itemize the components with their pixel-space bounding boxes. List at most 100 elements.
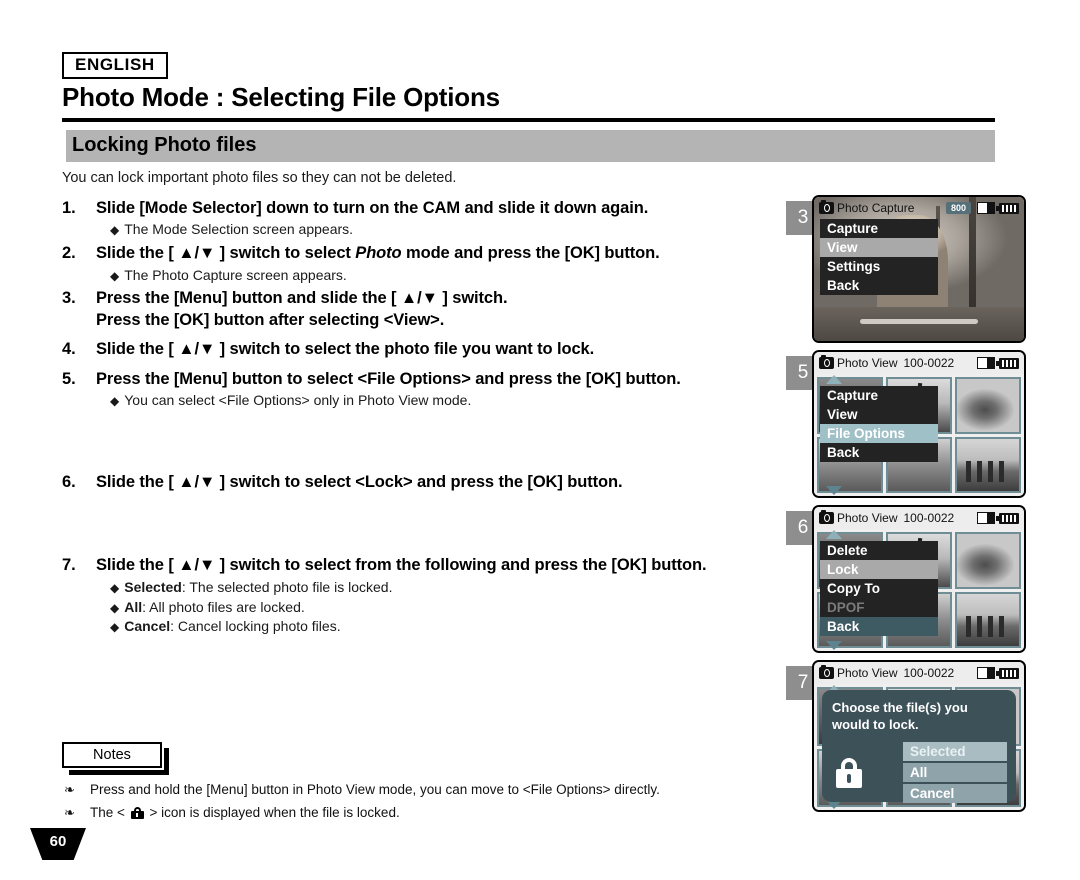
scroll-down-arrow-icon[interactable]	[826, 486, 842, 495]
menu-item-delete[interactable]: Delete	[820, 541, 938, 560]
step-subnote: ◆ Selected: The selected photo file is lo…	[96, 578, 772, 597]
steps-list: 1. Slide [Mode Selector] down to turn on…	[62, 198, 772, 640]
menu-item-lock[interactable]: Lock	[820, 560, 938, 579]
step-item: 6. Slide the [ ▲/▼ ] switch to select <L…	[62, 472, 772, 493]
step-body: Slide the [ ▲/▼ ] switch to select Photo…	[96, 243, 772, 284]
lcd-mode-title: Photo View	[837, 666, 898, 680]
diamond-bullet-icon: ◆	[110, 394, 120, 409]
menu-item-back[interactable]: Back	[820, 276, 938, 295]
menu-item-back[interactable]: Back	[820, 617, 938, 636]
thumbnail[interactable]	[955, 532, 1021, 589]
step-body: Press the [Menu] button to select <File …	[96, 369, 772, 410]
lcd-body: Capture View File Options Back	[814, 374, 1024, 496]
battery-bars	[1002, 669, 1017, 677]
lcd-inner: Photo View 100-0022	[814, 352, 1024, 496]
step-subnote-text: The Photo Capture screen appears.	[124, 266, 347, 283]
step-number: 3.	[62, 289, 76, 308]
battery-icon	[996, 512, 1019, 524]
section-header-bar: Locking Photo files	[62, 130, 995, 162]
lcd-file-number: 100-0022	[903, 511, 955, 525]
menu-item-settings[interactable]: Settings	[820, 257, 938, 276]
dialog-message: Choose the file(s) you would to lock.	[832, 700, 968, 732]
lock-icon	[130, 807, 144, 820]
camera-icon	[819, 355, 834, 369]
star-bullet-icon: ❧	[64, 805, 75, 821]
scroll-down-arrow-icon[interactable]	[826, 641, 842, 650]
lcd-file-number: 100-0022	[903, 666, 955, 680]
option-selected-desc: : The selected photo file is locked.	[181, 578, 393, 595]
emphasis-photo: Photo	[355, 244, 402, 263]
lcd-menu: Capture View Settings Back	[820, 219, 938, 295]
step-subnote: ◆ Cancel: Cancel locking photo files.	[96, 617, 772, 636]
battery-bars	[1002, 204, 1017, 212]
notes-tab-label: Notes	[93, 747, 131, 763]
thumbnail[interactable]	[955, 377, 1021, 434]
step-item: 3. Press the [Menu] button and slide the…	[62, 288, 772, 331]
lcd-panel: Photo View 100-0022	[812, 660, 1026, 812]
dialog-button-selected[interactable]: Selected	[903, 742, 1007, 761]
lock-confirm-dialog: Choose the file(s) you would to lock. Se…	[822, 690, 1016, 803]
step-body: Slide [Mode Selector] down to turn on th…	[96, 198, 772, 239]
lcd-menu: Capture View File Options Back	[820, 386, 938, 462]
lcd-mode-title: Photo Capture	[837, 201, 915, 215]
manual-page: ENGLISH Photo Mode : Selecting File Opti…	[0, 0, 1080, 880]
menu-item-view[interactable]: View	[820, 238, 938, 257]
diamond-bullet-icon: ◆	[110, 580, 120, 595]
language-badge: ENGLISH	[62, 52, 168, 79]
section-title: Locking Photo files	[72, 134, 257, 156]
thumbnail[interactable]	[955, 436, 1021, 493]
step-number: 1.	[62, 199, 76, 217]
step-number: 4.	[62, 340, 76, 359]
lcd-mode-title: Photo View	[837, 356, 898, 370]
diamond-bullet-icon: ◆	[110, 268, 120, 283]
camera-icon	[819, 200, 834, 214]
option-cancel-label: Cancel	[124, 618, 171, 635]
option-selected-label: Selected	[124, 578, 182, 595]
menu-item-file-options[interactable]: File Options	[820, 424, 938, 443]
page-title: Photo Mode : Selecting File Options	[62, 82, 500, 112]
battery-icon	[996, 357, 1019, 369]
step-text: Press the [Menu] button to select <File …	[96, 369, 681, 388]
notes-list: ❧ Press and hold the [Menu] button in Ph…	[62, 780, 782, 827]
step-text: Slide the [ ▲/▼ ] switch to select from …	[96, 556, 707, 575]
lcd-inner: Photo View 100-0022	[814, 507, 1024, 651]
menu-item-capture[interactable]: Capture	[820, 219, 938, 238]
intro-text: You can lock important photo files so th…	[62, 170, 457, 186]
menu-item-back[interactable]: Back	[820, 443, 938, 462]
battery-icon	[996, 202, 1019, 214]
menu-item-view[interactable]: View	[820, 405, 938, 424]
lcd-panel: Photo View 100-0022	[812, 350, 1026, 498]
lcd-mode-title: Photo View	[837, 511, 898, 525]
dialog-button-cancel[interactable]: Cancel	[903, 784, 1007, 803]
scroll-up-arrow-icon[interactable]	[826, 530, 842, 539]
battery-icon	[996, 667, 1019, 679]
step-number: 2.	[62, 244, 76, 263]
battery-bars	[1002, 514, 1017, 522]
note-text-post: > icon is displayed when the file is loc…	[149, 805, 400, 821]
step-subnote: ◆ The Mode Selection screen appears.	[96, 220, 772, 239]
section-accent	[62, 130, 66, 162]
camera-icon	[819, 665, 834, 679]
menu-item-copy-to[interactable]: Copy To	[820, 579, 938, 598]
lcd-body: Delete Lock Copy To DPOF Back	[814, 529, 1024, 651]
lcd-status-bar: Photo View 100-0022	[814, 507, 1024, 529]
step-subnote-text: The Mode Selection screen appears.	[124, 221, 354, 238]
step-text: Press the [Menu] button and slide the [ …	[96, 289, 508, 308]
step-text: Slide the [ ▲/▼ ] switch to select Photo…	[96, 244, 660, 263]
dialog-button-all[interactable]: All	[903, 763, 1007, 782]
title-divider	[62, 118, 995, 122]
thumbnail[interactable]	[955, 591, 1021, 648]
step-number: 7.	[62, 556, 76, 575]
language-label: ENGLISH	[75, 55, 155, 74]
step-body: Slide the [ ▲/▼ ] switch to select the p…	[96, 339, 772, 360]
diamond-bullet-icon: ◆	[110, 223, 120, 238]
lock-icon	[836, 758, 862, 788]
lcd-inner: Photo View 100-0022	[814, 662, 1024, 810]
note-item: ❧ The < > icon is displayed when the fil…	[62, 803, 782, 823]
memory-card-icon	[977, 667, 995, 679]
scroll-up-arrow-icon[interactable]	[826, 375, 842, 384]
step-text: Slide the [ ▲/▼ ] switch to select the p…	[96, 340, 595, 359]
step-text: Slide the [ ▲/▼ ] switch to select <Lock…	[96, 472, 623, 491]
lcd-body: Choose the file(s) you would to lock. Se…	[814, 684, 1024, 810]
menu-item-capture[interactable]: Capture	[820, 386, 938, 405]
